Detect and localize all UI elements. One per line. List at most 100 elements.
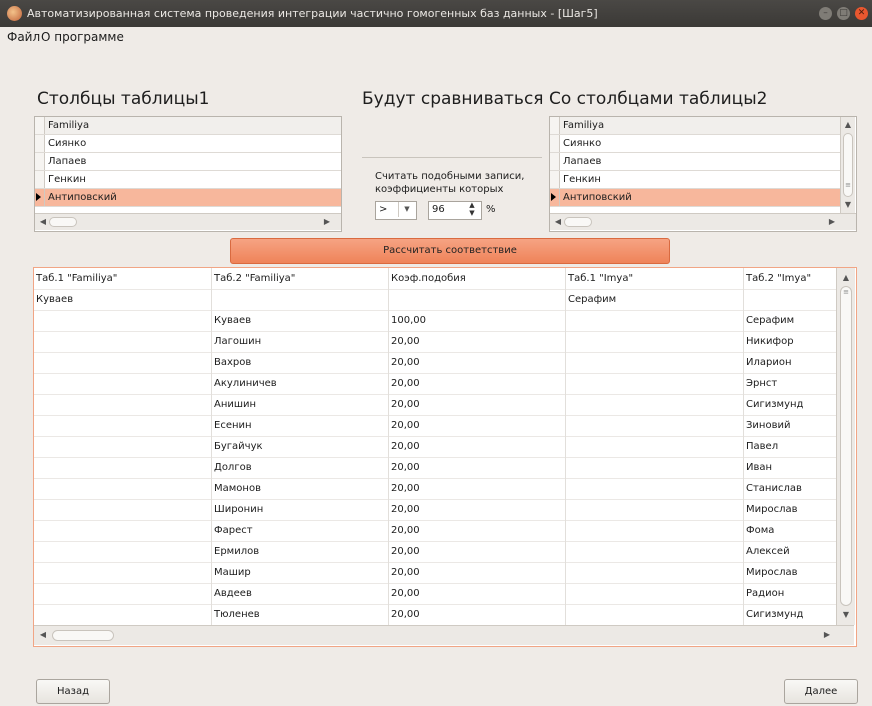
table-cell[interactable] bbox=[34, 457, 212, 478]
horizontal-scrollbar[interactable]: ◀ ▶ bbox=[34, 625, 854, 645]
table-cell[interactable]: Ермилов bbox=[212, 541, 389, 562]
table-cell[interactable]: 100,00 bbox=[389, 310, 566, 331]
spin-up-icon[interactable]: ▲ bbox=[466, 201, 478, 209]
table-cell[interactable]: Долгов bbox=[212, 457, 389, 478]
next-button[interactable]: Далее bbox=[784, 679, 858, 704]
table-cell[interactable] bbox=[389, 289, 566, 310]
list-item[interactable]: Сиянко bbox=[35, 135, 341, 153]
horizontal-scrollbar[interactable]: ◀ ▶ bbox=[550, 213, 856, 230]
table-cell[interactable] bbox=[34, 520, 212, 541]
maximize-button[interactable]: □ bbox=[837, 7, 850, 20]
table-cell[interactable] bbox=[566, 499, 744, 520]
table-cell[interactable]: Алексей bbox=[744, 541, 836, 562]
vertical-scrollbar[interactable]: ▲ ≡ ▼ bbox=[840, 117, 855, 213]
table-cell[interactable] bbox=[34, 310, 212, 331]
table-cell[interactable] bbox=[566, 604, 744, 625]
table-cell[interactable] bbox=[34, 541, 212, 562]
table-cell[interactable] bbox=[34, 583, 212, 604]
table-cell[interactable] bbox=[566, 394, 744, 415]
list-item[interactable]: Familiya bbox=[35, 117, 341, 135]
table-cell[interactable]: 20,00 bbox=[389, 541, 566, 562]
close-button[interactable]: ✕ bbox=[855, 7, 868, 20]
table-cell[interactable]: Фарест bbox=[212, 520, 389, 541]
table-cell[interactable]: 20,00 bbox=[389, 436, 566, 457]
table-cell[interactable]: Радион bbox=[744, 583, 836, 604]
results-grid[interactable]: Таб.1 "Familiya" Таб.2 "Familiya" Коэф.под… bbox=[33, 267, 857, 647]
table-cell[interactable]: Серафим bbox=[744, 310, 836, 331]
table-cell[interactable]: Тюленев bbox=[212, 604, 389, 625]
table-cell[interactable] bbox=[34, 436, 212, 457]
table-cell[interactable]: 20,00 bbox=[389, 457, 566, 478]
table-cell[interactable]: Есенин bbox=[212, 415, 389, 436]
calculate-button[interactable]: Рассчитать соответствие bbox=[230, 238, 670, 264]
table-cell[interactable] bbox=[34, 331, 212, 352]
table-cell[interactable] bbox=[566, 520, 744, 541]
table-cell[interactable]: 20,00 bbox=[389, 499, 566, 520]
list-item-selected[interactable]: Антиповский bbox=[550, 189, 840, 207]
table-cell[interactable] bbox=[566, 310, 744, 331]
table-cell[interactable]: 20,00 bbox=[389, 415, 566, 436]
vertical-scrollbar[interactable]: ▲ ≡ ▼ bbox=[836, 268, 855, 625]
table-cell[interactable] bbox=[566, 331, 744, 352]
table-cell[interactable]: Широнин bbox=[212, 499, 389, 520]
table-cell[interactable]: 20,00 bbox=[389, 562, 566, 583]
list-item[interactable]: Сиянко bbox=[550, 135, 840, 153]
table-cell[interactable]: 20,00 bbox=[389, 478, 566, 499]
table-cell[interactable]: Вахров bbox=[212, 352, 389, 373]
table-cell[interactable]: Мирослав bbox=[744, 499, 836, 520]
table-cell[interactable]: Мамонов bbox=[212, 478, 389, 499]
table-cell[interactable]: Зиновий bbox=[744, 415, 836, 436]
table-cell[interactable]: 20,00 bbox=[389, 604, 566, 625]
table-cell[interactable]: Сигизмунд bbox=[744, 604, 836, 625]
minimize-button[interactable]: – bbox=[819, 7, 832, 20]
table-cell[interactable] bbox=[34, 478, 212, 499]
table-cell[interactable]: 20,00 bbox=[389, 394, 566, 415]
table-cell[interactable]: Эрнст bbox=[744, 373, 836, 394]
column-header[interactable]: Коэф.подобия bbox=[389, 268, 566, 289]
column-header[interactable]: Таб.1 "Familiya" bbox=[34, 268, 212, 289]
table-cell[interactable]: Серафим bbox=[566, 289, 744, 310]
table-cell[interactable] bbox=[34, 373, 212, 394]
table-cell[interactable] bbox=[566, 373, 744, 394]
table-cell[interactable] bbox=[566, 436, 744, 457]
table-cell[interactable]: 20,00 bbox=[389, 520, 566, 541]
table-cell[interactable] bbox=[744, 289, 836, 310]
table-cell[interactable]: Машир bbox=[212, 562, 389, 583]
list-item[interactable]: Familiya bbox=[550, 117, 840, 135]
column-header[interactable]: Таб.2 "Familiya" bbox=[212, 268, 389, 289]
table-cell[interactable]: Бугайчук bbox=[212, 436, 389, 457]
table-cell[interactable]: 20,00 bbox=[389, 331, 566, 352]
table-cell[interactable] bbox=[566, 457, 744, 478]
table-cell[interactable]: Станислав bbox=[744, 478, 836, 499]
back-button[interactable]: Назад bbox=[36, 679, 110, 704]
table-cell[interactable]: Куваев bbox=[34, 289, 212, 310]
table-cell[interactable]: Сигизмунд bbox=[744, 394, 836, 415]
vertical-scrollbar[interactable]: ▲ ≡ ▼ bbox=[341, 117, 342, 213]
right-columns-list[interactable]: Familiya Сиянко Лапаев Генкин Антиповски… bbox=[549, 116, 857, 232]
table-cell[interactable]: Лагошин bbox=[212, 331, 389, 352]
list-item[interactable]: Лапаев bbox=[35, 153, 341, 171]
table-cell[interactable]: 20,00 bbox=[389, 373, 566, 394]
table-cell[interactable] bbox=[566, 352, 744, 373]
table-cell[interactable]: Мирослав bbox=[744, 562, 836, 583]
table-cell[interactable] bbox=[566, 562, 744, 583]
chevron-down-icon[interactable]: ▼ bbox=[398, 202, 415, 217]
table-cell[interactable]: Авдеев bbox=[212, 583, 389, 604]
list-item[interactable]: Генкин bbox=[35, 171, 341, 189]
table-cell[interactable]: Никифор bbox=[744, 331, 836, 352]
table-cell[interactable] bbox=[34, 562, 212, 583]
table-cell[interactable]: Анишин bbox=[212, 394, 389, 415]
table-cell[interactable]: 20,00 bbox=[389, 352, 566, 373]
spin-down-icon[interactable]: ▼ bbox=[466, 209, 478, 217]
table-cell[interactable] bbox=[566, 478, 744, 499]
table-cell[interactable]: 20,00 bbox=[389, 583, 566, 604]
table-cell[interactable]: Иван bbox=[744, 457, 836, 478]
table-cell[interactable] bbox=[34, 352, 212, 373]
table-cell[interactable] bbox=[34, 604, 212, 625]
column-header[interactable]: Таб.2 "Imya" bbox=[744, 268, 836, 289]
table-cell[interactable] bbox=[34, 415, 212, 436]
list-item-selected[interactable]: Антиповский bbox=[35, 189, 341, 207]
table-cell[interactable]: Куваев bbox=[212, 310, 389, 331]
table-cell[interactable] bbox=[212, 289, 389, 310]
list-item[interactable]: Генкин bbox=[550, 171, 840, 189]
